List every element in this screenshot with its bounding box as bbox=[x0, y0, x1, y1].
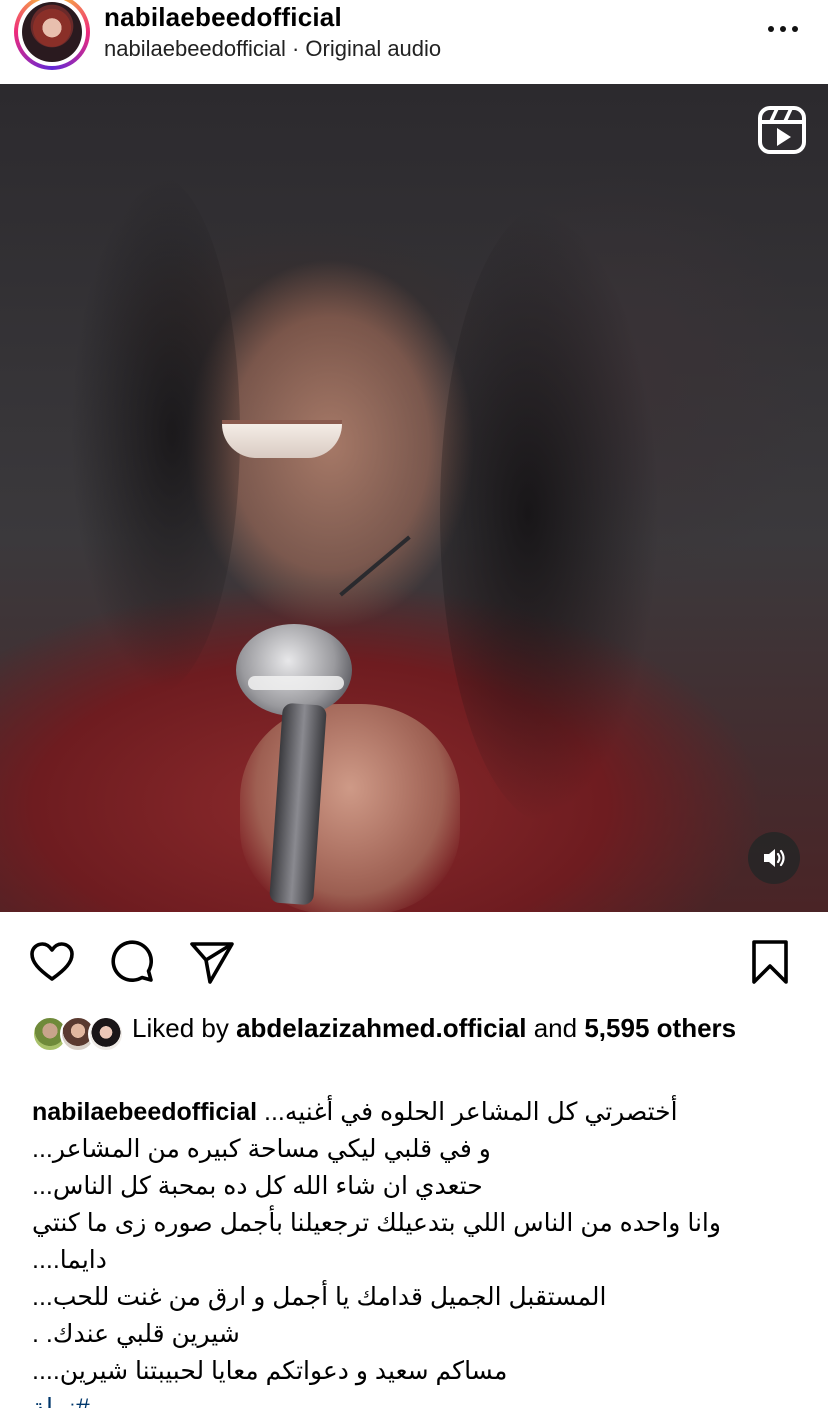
share-icon[interactable] bbox=[188, 938, 236, 986]
speaker-icon[interactable] bbox=[748, 832, 800, 884]
reels-icon bbox=[758, 106, 806, 154]
caption-first-line: nabilaebeedofficial أختصرتي كل المشاعر ا… bbox=[32, 1094, 802, 1131]
caption-line: أختصرتي كل المشاعر الحلوه في أغنيه... bbox=[264, 1098, 678, 1126]
more-horizontal-icon[interactable] bbox=[768, 22, 798, 36]
likes-conjunction: and bbox=[533, 1013, 578, 1043]
audio-attribution[interactable]: nabilaebeedofficial · Original audio bbox=[104, 36, 441, 62]
comment-icon[interactable] bbox=[108, 938, 156, 986]
caption-line: وانا واحده من الناس اللي بتدعيلك ترجعيلن… bbox=[32, 1209, 721, 1237]
likes-summary[interactable]: Liked by abdelazizahmed.official and 5,5… bbox=[0, 1008, 828, 1090]
caption-line: حتعدي ان شاء الله كل ده بمحبة كل الناس..… bbox=[32, 1172, 483, 1200]
likes-count[interactable]: 5,595 bbox=[584, 1013, 649, 1043]
caption-line: و في قلبي ليكي مساحة كبيره من المشاعر... bbox=[32, 1135, 491, 1163]
liker-avatars bbox=[32, 1016, 124, 1054]
heart-icon[interactable] bbox=[28, 938, 76, 986]
post-caption: nabilaebeedofficial أختصرتي كل المشاعر ا… bbox=[32, 1094, 802, 1408]
caption-line: المستقبل الجميل قدامك يا أجمل و ارق من غ… bbox=[32, 1283, 607, 1311]
action-bar bbox=[0, 912, 828, 1008]
caption-line: دايما.... bbox=[32, 1246, 107, 1274]
avatar[interactable] bbox=[14, 0, 90, 70]
caption-hashtag[interactable]: #نبيلة bbox=[32, 1390, 802, 1408]
liker-username[interactable]: abdelazizahmed.official bbox=[236, 1013, 526, 1043]
caption-username[interactable]: nabilaebeedofficial bbox=[32, 1098, 257, 1126]
caption-line: مساكم سعيد و دعواتكم معايا لحبيبتنا شيري… bbox=[32, 1357, 508, 1385]
avatar bbox=[88, 1016, 124, 1052]
bookmark-icon[interactable] bbox=[746, 938, 794, 986]
caption-line: شيرين قلبي عندك. . bbox=[32, 1320, 240, 1348]
post-header: nabilaebeedofficial nabilaebeedofficial … bbox=[0, 0, 828, 84]
reel-video[interactable] bbox=[0, 84, 828, 912]
post-username[interactable]: nabilaebeedofficial bbox=[104, 2, 342, 33]
likes-prefix: Liked by bbox=[132, 1013, 229, 1043]
likes-suffix[interactable]: others bbox=[657, 1013, 736, 1043]
likes-text[interactable]: Liked by abdelazizahmed.official and 5,5… bbox=[132, 1012, 752, 1044]
